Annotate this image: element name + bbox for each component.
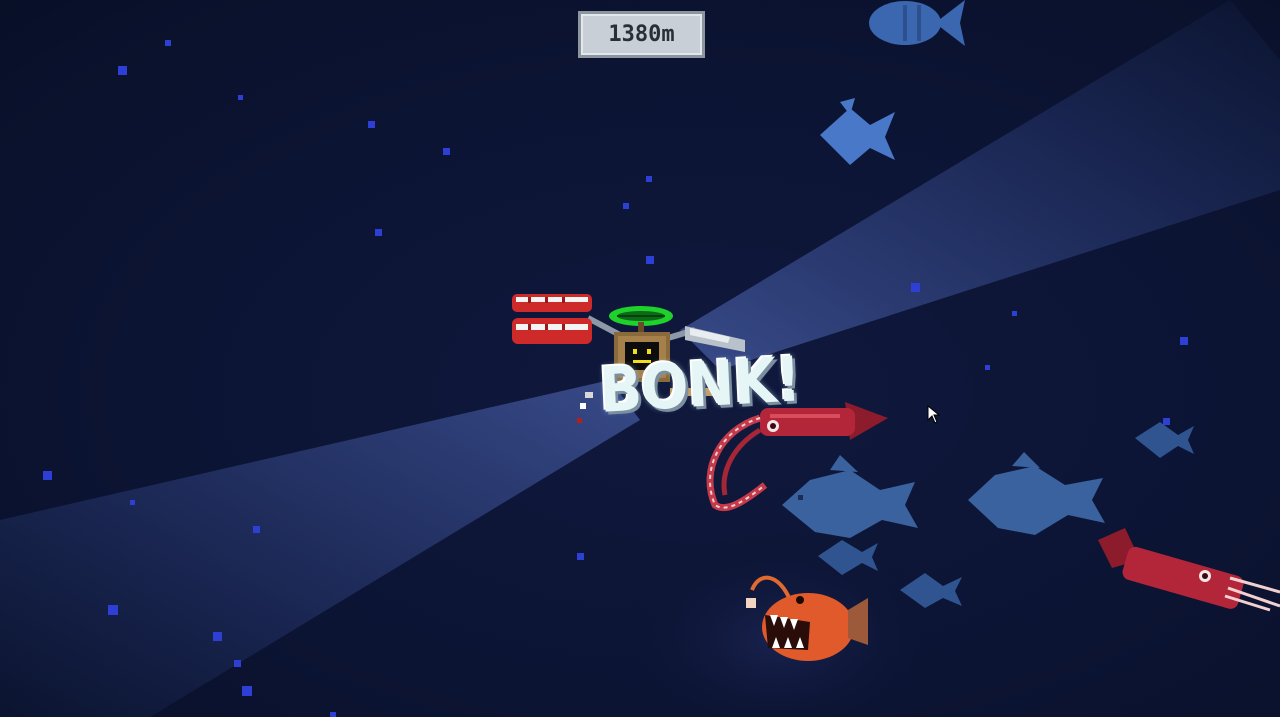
propeller <box>609 306 673 332</box>
claw-arm <box>512 294 622 344</box>
depth-value: 1380m <box>608 22 675 47</box>
game-scene[interactable]: 1380m BONK! <box>0 0 1280 717</box>
bonk-popup-text: BONK! <box>597 342 802 427</box>
debris <box>577 392 593 423</box>
mouse-cursor-icon <box>927 405 941 424</box>
depth-meter: 1380m <box>578 11 705 58</box>
